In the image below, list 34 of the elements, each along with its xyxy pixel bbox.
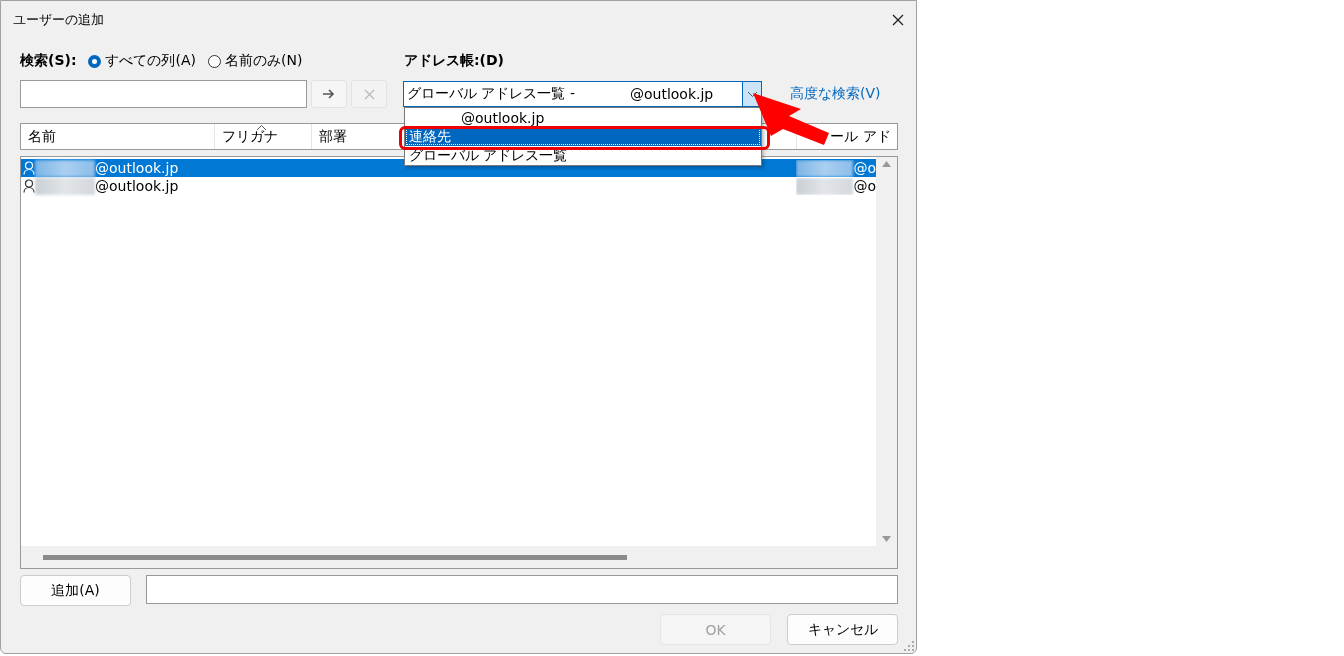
redacted-blur	[796, 177, 854, 195]
dialog-button[interactable]: キャンセル	[787, 614, 898, 645]
column-header[interactable]: ール アド	[797, 124, 897, 149]
column-header[interactable]: フリガナ	[215, 124, 312, 149]
search-field[interactable]	[20, 80, 307, 108]
person-icon	[23, 161, 35, 175]
advanced-search-link[interactable]: 高度な検索(V)	[790, 85, 881, 103]
window-title: ユーザーの追加	[13, 11, 104, 29]
contact-email: @o	[853, 178, 876, 194]
person-icon	[23, 179, 35, 193]
close-icon[interactable]	[892, 14, 904, 26]
search-label: 検索(S):	[20, 52, 77, 70]
redacted-blur	[35, 159, 95, 177]
contact-name: @outlook.jp	[95, 160, 179, 176]
arrow-icon	[323, 89, 335, 99]
redacted-blur	[796, 159, 854, 177]
recipient-field[interactable]	[146, 575, 898, 604]
contact-name: @outlook.jp	[95, 178, 179, 194]
radio-option[interactable]: 名前のみ(N)	[208, 52, 303, 70]
resize-grip-icon[interactable]	[904, 641, 914, 651]
go-button[interactable]	[311, 80, 347, 108]
contact-email: @o	[853, 160, 876, 176]
address-book-dropdown[interactable]: グローバル アドレス一覧 - @outlook.jp	[403, 81, 762, 107]
scrollbar-thumb[interactable]	[43, 554, 627, 560]
dropdown-option[interactable]: @outlook.jp	[405, 108, 761, 127]
close-icon	[363, 88, 375, 100]
scroll-down-icon[interactable]	[882, 536, 891, 542]
add-button[interactable]: 追加(A)	[20, 575, 131, 606]
redacted-blur	[35, 177, 95, 195]
column-header[interactable]: 名前	[21, 124, 216, 149]
radio-option[interactable]: すべての列(A)	[88, 52, 196, 70]
vertical-scrollbar[interactable]	[876, 157, 897, 546]
scroll-up-icon[interactable]	[882, 161, 891, 167]
address-book-label: アドレス帳:(D)	[404, 52, 505, 70]
